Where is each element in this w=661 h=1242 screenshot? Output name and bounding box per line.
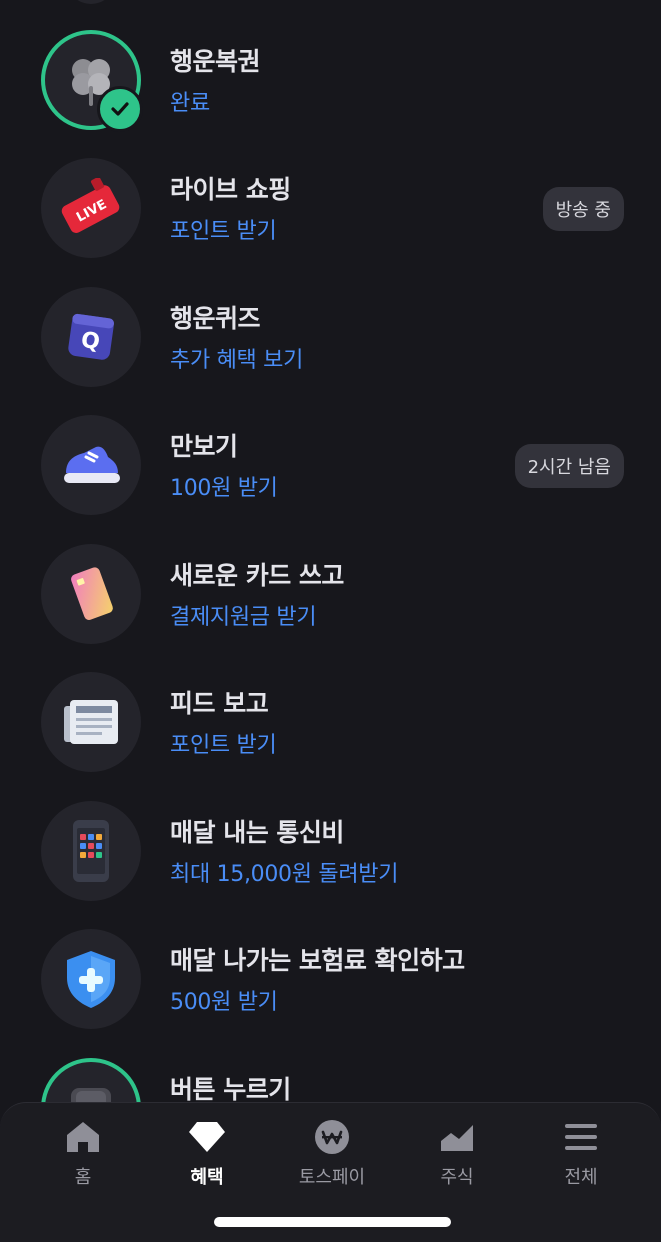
list-item-subtitle: 포인트 받기 (170, 219, 277, 244)
list-item-icon-wrap (41, 544, 141, 644)
list-item-subtitle: 완료 (170, 91, 210, 116)
menu-icon (565, 1124, 597, 1150)
list-item-title: 만보기 (170, 432, 238, 461)
previous-item-icon (68, 0, 114, 4)
tab-benefits[interactable]: 혜택 (152, 1119, 262, 1189)
list-item-title: 매달 내는 통신비 (170, 818, 344, 847)
list-item-icon-wrap: LIVE (41, 158, 141, 258)
tab-toss-pay[interactable]: 토스페이 (277, 1119, 387, 1189)
tab-all[interactable]: 전체 (526, 1119, 636, 1189)
list-item-icon-wrap: Q (41, 287, 141, 387)
tab-stocks[interactable]: 주식 (402, 1119, 512, 1189)
list-item-live-shopping[interactable]: LIVE 라이브 쇼핑 포인트 받기 방송 중 (0, 158, 661, 286)
stock-chart-icon (441, 1125, 473, 1151)
list-item-title: 버튼 누르기 (170, 1075, 291, 1104)
list-item-title: 행운복권 (170, 47, 261, 76)
tab-label: 혜택 (190, 1167, 224, 1188)
list-item-icon-wrap (41, 929, 141, 1029)
shield-plus-icon (67, 951, 115, 1008)
sneaker-icon (64, 446, 120, 483)
tab-label: 홈 (74, 1167, 92, 1188)
list-item-subtitle: 500원 받기 (170, 990, 278, 1015)
list-item-icon-wrap (41, 415, 141, 515)
live-tv-icon: LIVE (61, 178, 120, 233)
diamond-icon (189, 1122, 225, 1152)
phone-icon (73, 820, 109, 882)
list-item-pedometer[interactable]: 만보기 100원 받기 2시간 남음 (0, 415, 661, 543)
list-item-title: 피드 보고 (170, 689, 269, 718)
list-item-subtitle: 100원 받기 (170, 476, 278, 501)
list-item-title: 행운퀴즈 (170, 304, 261, 333)
home-icon (67, 1122, 99, 1152)
list-item-icon-wrap (41, 30, 143, 132)
list-item-title: 새로운 카드 쓰고 (170, 561, 344, 590)
tab-home[interactable]: 홈 (28, 1119, 138, 1189)
list-item-icon-wrap (41, 801, 141, 901)
list-item-phone-bill[interactable]: 매달 내는 통신비 최대 15,000원 돌려받기 (0, 801, 661, 929)
list-item-subtitle: 포인트 받기 (170, 733, 277, 758)
status-badge: 2시간 남음 (514, 444, 624, 488)
check-badge-icon (97, 86, 143, 132)
quiz-q-icon: Q (68, 313, 115, 360)
list-item-icon-wrap (41, 672, 141, 772)
status-badge: 방송 중 (542, 187, 624, 231)
credit-card-icon (71, 567, 113, 620)
tab-label: 주식 (440, 1167, 474, 1188)
list-item-lucky-quiz[interactable]: Q 행운퀴즈 추가 혜택 보기 (0, 287, 661, 415)
list-item-lucky-lottery[interactable]: 행운복권 완료 (0, 30, 661, 158)
home-indicator (214, 1217, 451, 1227)
list-item-title: 매달 나가는 보험료 확인하고 (170, 946, 465, 975)
newspaper-icon (64, 700, 118, 744)
list-item-insurance[interactable]: 매달 나가는 보험료 확인하고 500원 받기 (0, 929, 661, 1057)
list-item-new-card[interactable]: 새로운 카드 쓰고 결제지원금 받기 (0, 544, 661, 672)
list-item-feed[interactable]: 피드 보고 포인트 받기 (0, 672, 661, 800)
list-item-subtitle: 추가 혜택 보기 (170, 348, 304, 373)
tab-label: 전체 (564, 1167, 598, 1188)
list-item-subtitle: 결제지원금 받기 (170, 605, 317, 630)
tab-label: 토스페이 (298, 1167, 366, 1188)
list-item-title: 라이브 쇼핑 (170, 175, 291, 204)
list-item-subtitle: 최대 15,000원 돌려받기 (170, 862, 399, 887)
won-coin-icon (315, 1120, 349, 1154)
svg-text:Q: Q (79, 328, 101, 355)
